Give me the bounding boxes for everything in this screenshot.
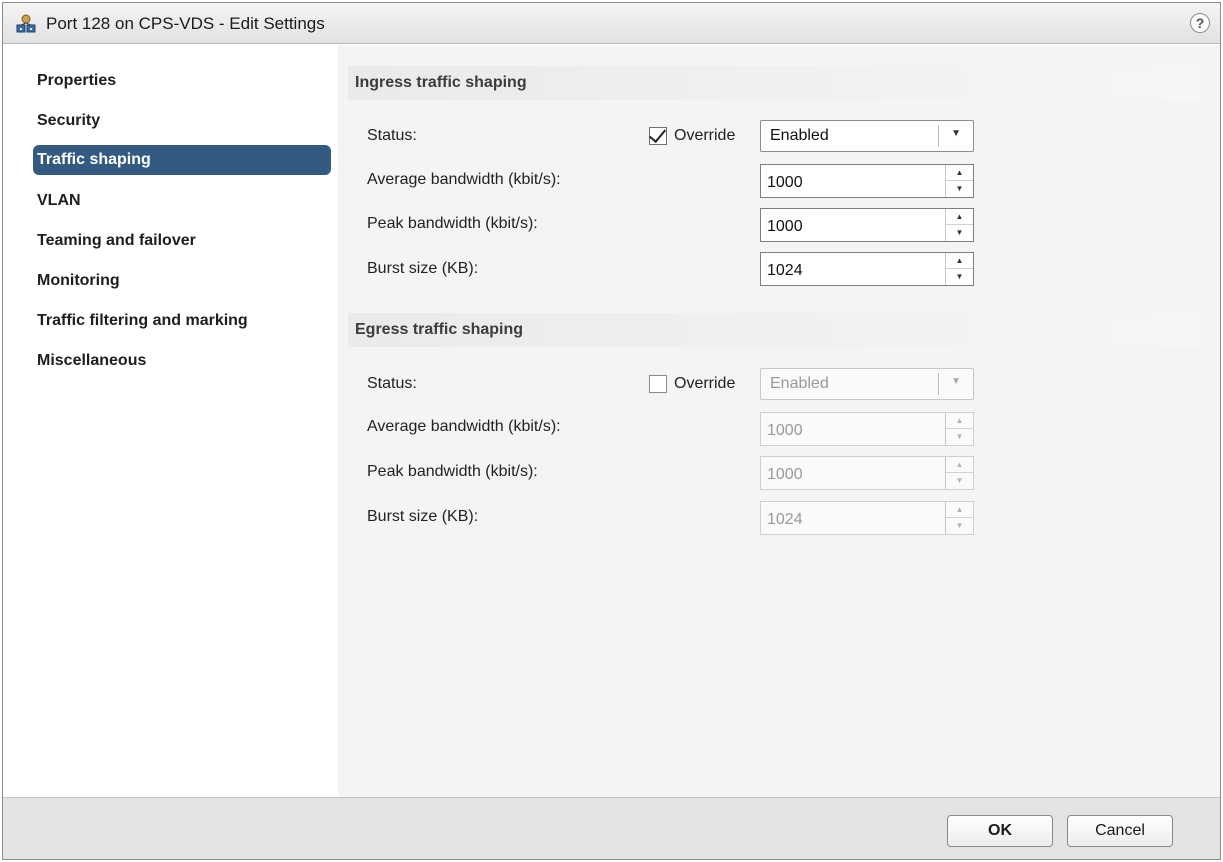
ingress-burst-size-spinner[interactable]: ▲ ▼ (760, 252, 974, 286)
egress-status-label: Status: (367, 375, 417, 392)
spin-up-icon[interactable]: ▲ (946, 253, 973, 269)
sidebar-item-traffic-shaping[interactable]: Traffic shaping (33, 145, 331, 175)
spin-up-icon[interactable]: ▲ (946, 502, 973, 518)
checkmark-icon (648, 124, 667, 144)
sidebar-item-miscellaneous[interactable]: Miscellaneous (33, 346, 331, 376)
spin-down-icon[interactable]: ▼ (946, 225, 973, 241)
spinner-buttons: ▲ ▼ (945, 457, 973, 489)
spinner-buttons: ▲ ▼ (945, 209, 973, 241)
spin-down-icon[interactable]: ▼ (946, 473, 973, 489)
sidebar-item-properties[interactable]: Properties (33, 66, 331, 96)
spin-down-icon[interactable]: ▼ (946, 518, 973, 534)
spinner-buttons: ▲ ▼ (945, 502, 973, 534)
egress-peak-bandwidth-spinner[interactable]: ▲ ▼ (760, 456, 974, 490)
sidebar-nav: Properties Security Traffic shaping VLAN… (3, 45, 338, 797)
spin-down-icon[interactable]: ▼ (946, 181, 973, 197)
egress-override-label: Override (674, 375, 736, 392)
sidebar-item-monitoring[interactable]: Monitoring (33, 266, 331, 296)
ingress-burst-size-input[interactable] (761, 253, 945, 285)
egress-burst-size-input[interactable] (761, 502, 945, 534)
edit-settings-dialog: Port 128 on CPS-VDS - Edit Settings ? Pr… (2, 2, 1221, 860)
title-bar: Port 128 on CPS-VDS - Edit Settings ? (3, 3, 1220, 44)
spin-up-icon[interactable]: ▲ (946, 209, 973, 225)
egress-avg-bandwidth-spinner[interactable]: ▲ ▼ (760, 412, 974, 446)
sidebar-item-security[interactable]: Security (33, 106, 331, 136)
spin-down-icon[interactable]: ▼ (946, 429, 973, 445)
ingress-avg-bandwidth-input[interactable] (761, 165, 945, 197)
chevron-down-icon: ▼ (951, 128, 961, 139)
dropdown-divider (938, 373, 939, 395)
egress-avg-bandwidth-input[interactable] (761, 413, 945, 445)
sidebar-item-traffic-filtering[interactable]: Traffic filtering and marking (33, 306, 331, 336)
ingress-status-dropdown[interactable]: Enabled ▼ (760, 120, 974, 152)
ingress-peak-bandwidth-spinner[interactable]: ▲ ▼ (760, 208, 974, 242)
sidebar-item-vlan[interactable]: VLAN (33, 186, 331, 216)
dropdown-divider (938, 125, 939, 147)
network-port-icon (16, 14, 36, 33)
cancel-button[interactable]: Cancel (1067, 815, 1173, 847)
spin-down-icon[interactable]: ▼ (946, 269, 973, 285)
ingress-section-header: Ingress traffic shaping (348, 66, 1200, 100)
ingress-burst-size-label: Burst size (KB): (367, 260, 479, 277)
traffic-shaping-panel: Ingress traffic shaping Status: Override… (338, 45, 1220, 797)
spinner-buttons: ▲ ▼ (945, 165, 973, 197)
egress-override-checkbox[interactable] (649, 375, 667, 393)
spin-up-icon[interactable]: ▲ (946, 165, 973, 181)
spinner-buttons: ▲ ▼ (945, 413, 973, 445)
ingress-peak-bandwidth-input[interactable] (761, 209, 945, 241)
spin-up-icon[interactable]: ▲ (946, 457, 973, 473)
spin-up-icon[interactable]: ▲ (946, 413, 973, 429)
ingress-peak-bandwidth-label: Peak bandwidth (kbit/s): (367, 215, 538, 232)
ingress-avg-bandwidth-spinner[interactable]: ▲ ▼ (760, 164, 974, 198)
dialog-footer: OK Cancel (3, 797, 1220, 859)
egress-avg-bandwidth-label: Average bandwidth (kbit/s): (367, 418, 561, 435)
egress-section-header: Egress traffic shaping (348, 313, 1200, 347)
ingress-status-value: Enabled (770, 127, 829, 144)
egress-peak-bandwidth-input[interactable] (761, 457, 945, 489)
dialog-title: Port 128 on CPS-VDS - Edit Settings (46, 14, 325, 33)
ingress-status-label: Status: (367, 127, 417, 144)
egress-burst-size-label: Burst size (KB): (367, 508, 479, 525)
egress-status-dropdown[interactable]: Enabled ▼ (760, 368, 974, 400)
egress-burst-size-spinner[interactable]: ▲ ▼ (760, 501, 974, 535)
ingress-override-label: Override (674, 127, 736, 144)
help-icon[interactable]: ? (1190, 13, 1210, 33)
ingress-override-checkbox[interactable] (648, 124, 667, 145)
ok-button[interactable]: OK (947, 815, 1053, 847)
sidebar-item-teaming-and-failover[interactable]: Teaming and failover (33, 226, 331, 256)
ingress-avg-bandwidth-label: Average bandwidth (kbit/s): (367, 171, 561, 188)
chevron-down-icon: ▼ (951, 376, 961, 387)
spinner-buttons: ▲ ▼ (945, 253, 973, 285)
egress-peak-bandwidth-label: Peak bandwidth (kbit/s): (367, 463, 538, 480)
egress-status-value: Enabled (770, 375, 829, 392)
